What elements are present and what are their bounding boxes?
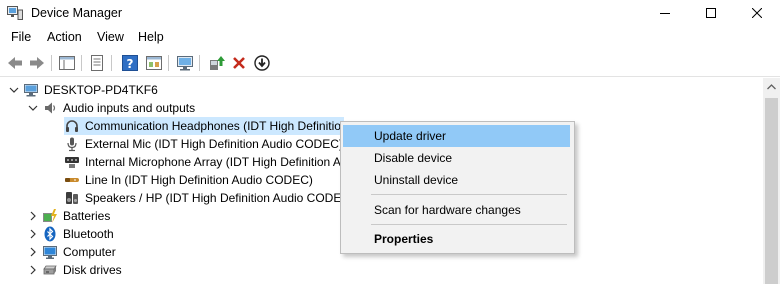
menu-scan-label: Scan for hardware changes [374,203,521,217]
uninstall-x-icon[interactable] [230,54,248,72]
line-in-icon [64,172,80,188]
help-icon[interactable]: ? [121,54,139,72]
battery-icon [42,208,58,224]
speaker-icon [42,100,58,116]
tree-group-label: Computer [63,245,116,259]
headphones-icon [64,118,80,134]
tree-item-label: Internal Microphone Array (IDT High Defi… [85,155,341,169]
scan-monitor-icon[interactable] [176,54,194,72]
tree-group-label: Bluetooth [63,227,114,241]
menu-disable-device-label: Disable device [374,151,453,165]
scroll-up-arrow-icon[interactable] [763,78,780,95]
tree-item-internal-microphone-array[interactable]: Internal Microphone Array (IDT High Defi… [64,153,341,171]
tree-group-label: Audio inputs and outputs [63,101,196,115]
tree-root-label: DESKTOP-PD4TKF6 [44,83,158,97]
tree-item-label: External Mic (IDT High Definition Audio … [85,137,343,151]
menu-update-driver-label: Update driver [374,129,447,143]
tree-item-label: Line In (IDT High Definition Audio CODEC… [85,173,313,187]
maximize-button[interactable] [688,0,734,26]
tree-item-label: Communication Headphones (IDT High Defin… [85,119,341,133]
scrollbar-thumb[interactable] [765,98,778,284]
microphone-icon [64,136,80,152]
disk-drive-icon [42,262,58,278]
tree-group-computer[interactable]: Computer [27,243,116,261]
menu-uninstall-device[interactable]: Uninstall device [343,169,570,191]
back-arrow-icon[interactable] [6,54,24,72]
svg-text:?: ? [127,57,134,71]
context-menu: Update driver Disable device Uninstall d… [340,121,575,254]
tree-item-line-in[interactable]: Line In (IDT High Definition Audio CODEC… [64,171,313,189]
toolbar-separator [81,55,82,71]
menu-scan-hardware-changes[interactable]: Scan for hardware changes [343,199,570,221]
toolbar-divider [0,76,780,77]
show-hide-console-tree-icon[interactable] [58,54,76,72]
chevron-right-icon[interactable] [27,210,39,222]
monitor-icon [42,244,58,260]
tree-group-disk-drives[interactable]: Disk drives [27,261,122,279]
menu-view[interactable]: View [97,30,124,44]
chevron-down-icon[interactable] [27,102,39,114]
computer-icon [23,82,39,98]
tree-item-speakers-hp[interactable]: Speakers / HP (IDT High Definition Audio… [64,189,350,207]
menu-action[interactable]: Action [47,30,82,44]
menu-uninstall-device-label: Uninstall device [374,173,459,187]
tree-group-bluetooth[interactable]: Bluetooth [27,225,114,243]
tree-item-label: Speakers / HP (IDT High Definition Audio… [85,191,351,205]
tree-item-external-mic[interactable]: External Mic (IDT High Definition Audio … [64,135,343,153]
menu-update-driver[interactable]: Update driver [343,125,570,147]
menu-properties[interactable]: Properties [343,228,570,250]
update-driver-icon[interactable] [208,54,226,72]
toolbar-separator [51,55,52,71]
properties-sheet-icon[interactable] [88,54,106,72]
chevron-right-icon[interactable] [27,246,39,258]
toolbar-separator [199,55,200,71]
bluetooth-icon [42,226,58,242]
chevron-right-icon[interactable] [27,264,39,276]
toolbar-separator [111,55,112,71]
vertical-scrollbar[interactable] [763,78,780,284]
chevron-down-icon[interactable] [8,84,20,96]
window-title: Device Manager [31,6,123,20]
view-window-icon[interactable] [145,54,163,72]
tree-group-label: Disk drives [63,263,122,277]
menu-disable-device[interactable]: Disable device [343,147,570,169]
close-button[interactable] [734,0,780,26]
microphone-array-icon [64,154,80,170]
menu-properties-label: Properties [374,232,434,246]
chevron-right-icon[interactable] [27,228,39,240]
toolbar-separator [168,55,169,71]
forward-arrow-icon[interactable] [28,54,46,72]
device-manager-icon [7,6,23,20]
tree-item-communication-headphones[interactable]: Communication Headphones (IDT High Defin… [64,117,344,135]
tree-group-audio[interactable]: Audio inputs and outputs [27,99,195,117]
tree-group-batteries[interactable]: Batteries [27,207,110,225]
toolbar: ? [0,51,780,75]
speakers-icon [64,190,80,206]
minimize-button[interactable] [642,0,688,26]
menu-file[interactable]: File [11,30,31,44]
title-bar: Device Manager [0,0,780,26]
tree-root[interactable]: DESKTOP-PD4TKF6 [8,81,158,99]
menu-separator [371,194,567,195]
disable-device-icon[interactable] [253,54,271,72]
menu-separator [371,224,567,225]
tree-group-label: Batteries [63,209,111,223]
menu-help[interactable]: Help [138,30,164,44]
